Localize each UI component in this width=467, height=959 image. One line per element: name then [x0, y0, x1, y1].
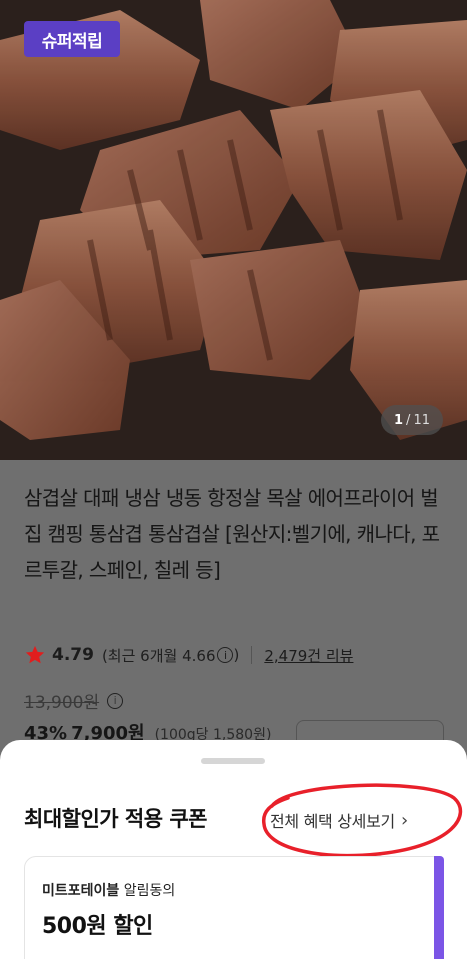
price-info-icon[interactable]: i	[107, 692, 124, 709]
sheet-title: 최대할인가 적용 쿠폰	[24, 807, 208, 831]
recent-rating-close: )	[233, 646, 240, 664]
all-benefits-detail-link[interactable]: 전체 혜택 상세보기 ›	[270, 808, 408, 832]
original-price: 13,900원	[24, 693, 100, 713]
rating-row: 4.79 (최근 6개월 4.66 i ) 2,479건 리뷰	[24, 644, 353, 666]
product-title: 삼겹살 대패 냉삼 냉동 항정살 목살 에어프라이어 벌집 캠핑 통삼겹 통삼겹…	[24, 486, 440, 582]
pork-belly-image	[0, 0, 467, 460]
coupon-amount: 500원 할인	[42, 914, 153, 939]
recent-rating: (최근 6개월 4.66 i )	[102, 645, 239, 666]
chevron-right-icon: ›	[400, 809, 408, 831]
coupon-condition: 미트포테이블 알림동의	[42, 880, 175, 900]
review-count-link[interactable]: 2,479건 리뷰	[264, 645, 353, 666]
product-image[interactable]: 슈퍼적립 1 / 11	[0, 0, 467, 460]
recent-rating-label: (최근 6개월 4.66	[101, 646, 216, 665]
coupon-condition-label: 알림동의	[119, 883, 176, 899]
rating-divider	[251, 646, 253, 664]
star-icon	[25, 645, 45, 664]
image-counter-separator: /	[406, 412, 411, 428]
all-benefits-detail-label: 전체 혜택 상세보기	[270, 812, 395, 831]
image-counter-total: 11	[413, 412, 430, 428]
info-icon[interactable]: i	[217, 647, 234, 663]
original-price-row: 13,900원 i	[24, 688, 124, 713]
image-counter: 1 / 11	[381, 405, 443, 435]
rating-score: 4.79	[52, 645, 94, 665]
sheet-drag-handle[interactable]	[201, 758, 265, 764]
coupon-accent-bar	[434, 856, 444, 959]
image-counter-current: 1	[394, 412, 404, 428]
super-reward-badge: 슈퍼적립	[24, 21, 120, 57]
coupon-brand: 미트포테이블	[42, 883, 120, 899]
